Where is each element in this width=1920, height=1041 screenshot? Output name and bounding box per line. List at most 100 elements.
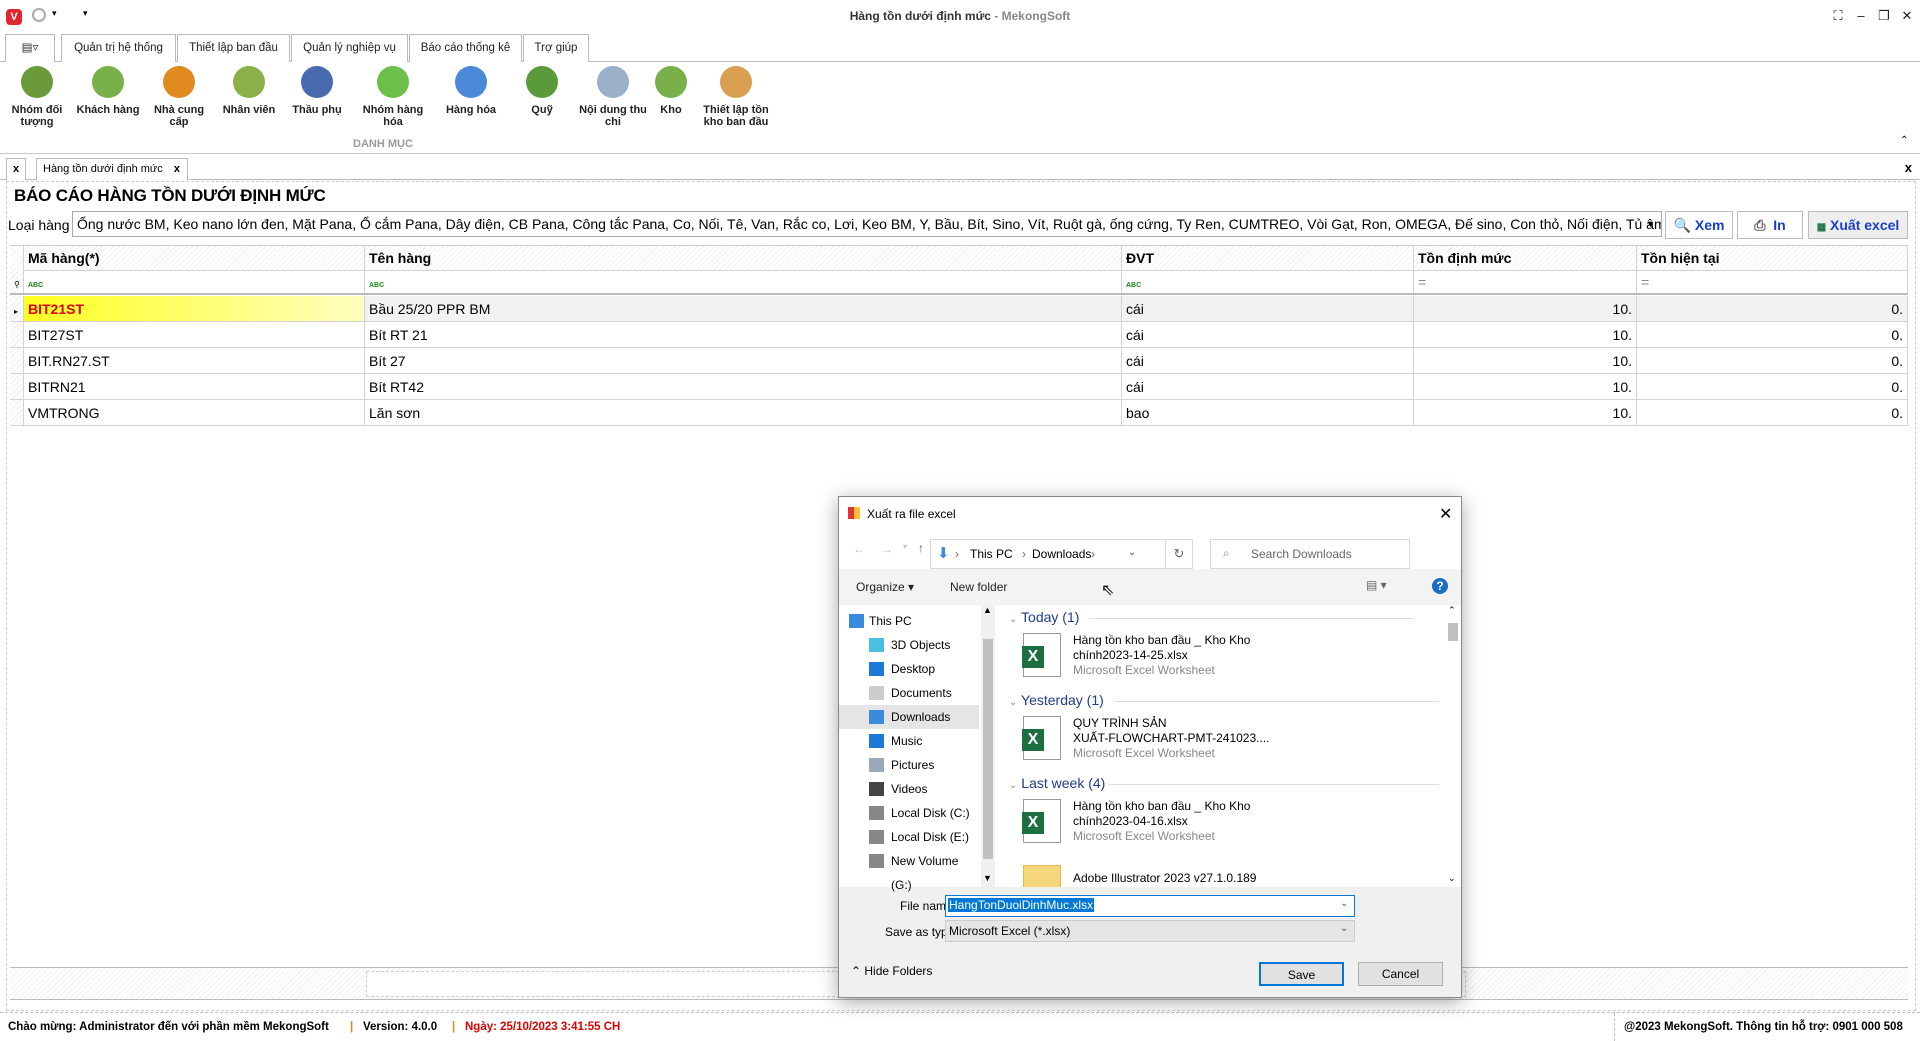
search-downloads-input[interactable]: ⌕ Search Downloads — [1210, 539, 1410, 569]
tab-thiet-lap[interactable]: Thiết lập ban đầu — [177, 34, 290, 63]
nav-item[interactable]: Documents — [839, 681, 979, 705]
file-name-input[interactable]: HangTonDuoiDinhMuc.xlsx ⌄ — [945, 895, 1355, 917]
ribbon-button-3[interactable]: Nhà cung cấp — [143, 66, 215, 128]
table-cell[interactable]: 0. — [1637, 400, 1908, 425]
table-cell[interactable]: 0. — [1637, 322, 1908, 347]
tab-tro-giup[interactable]: Trợ giúp — [523, 34, 589, 62]
filter-cell[interactable]: ABC — [365, 269, 1122, 293]
product-type-select[interactable]: Ống nước BM, Keo nano lớn đen, Mặt Pana,… — [72, 211, 1662, 237]
table-cell[interactable]: cái — [1122, 322, 1414, 347]
view-options-button[interactable]: ▤ ▾ — [1366, 578, 1387, 592]
table-cell[interactable]: BIT27ST — [24, 322, 365, 347]
close-button[interactable]: ✕ — [1897, 8, 1917, 24]
grid-header[interactable]: Mã hàng(*) Tên hàng ĐVT Tồn định mức Tồn hiệ… — [10, 245, 1908, 271]
table-cell[interactable]: 0. — [1637, 374, 1908, 399]
table-row[interactable]: VMTRONG Lăn sơn bao 10. 0. — [10, 400, 1908, 426]
close-panel-icon[interactable]: x — [1905, 160, 1912, 175]
table-row[interactable]: BIT27ST Bít RT 21 cái 10. 0. — [10, 322, 1908, 348]
close-tab-icon[interactable]: x — [174, 163, 180, 175]
ribbon-button-2[interactable]: Khách hàng — [72, 66, 144, 116]
table-cell[interactable]: bao — [1122, 400, 1414, 425]
table-cell[interactable]: Bầu 25/20 PPR BM — [365, 296, 1122, 321]
dialog-close-button[interactable]: ✕ — [1439, 504, 1452, 524]
close-all-tabs-button[interactable]: x — [6, 158, 27, 180]
nav-item[interactable]: 3D Objects — [839, 633, 979, 657]
back-button[interactable]: ← — [853, 542, 865, 556]
nav-item[interactable]: Videos — [839, 777, 979, 801]
help-icon[interactable]: ? — [1432, 578, 1448, 594]
table-cell[interactable]: 10. — [1414, 374, 1637, 399]
table-row[interactable]: ▸ BIT21ST Bầu 25/20 PPR BM cái 10. 0. — [10, 296, 1908, 322]
table-cell[interactable]: cái — [1122, 374, 1414, 399]
table-cell[interactable]: Bít RT42 — [365, 374, 1122, 399]
doc-tab-hang-ton[interactable]: Hàng tồn dưới định mức x — [36, 158, 188, 180]
table-cell[interactable]: VMTRONG — [24, 400, 365, 425]
breadcrumb-this-pc[interactable]: This PC — [970, 547, 1013, 561]
ribbon-button-4[interactable]: Nhân viên — [213, 66, 285, 116]
view-button[interactable]: 🔍 Xem — [1665, 211, 1733, 239]
organize-button[interactable]: Organize ▾ — [856, 580, 914, 594]
address-bar[interactable]: ⬇ › This PC › Downloads › ⌄ — [930, 539, 1166, 569]
recent-dropdown[interactable]: ▾ — [903, 542, 907, 551]
filter-row[interactable]: ⚲ ABC ABC ABC = = — [10, 269, 1908, 295]
files-scrollbar[interactable]: ⌃ ⌄ — [1445, 605, 1461, 887]
collapse-ribbon-icon[interactable]: ⌃ — [1900, 135, 1908, 146]
column-header[interactable]: Tên hàng — [365, 246, 1122, 270]
table-cell[interactable]: 10. — [1414, 322, 1637, 347]
table-cell[interactable]: BIT21ST — [24, 296, 365, 321]
up-button[interactable]: ↑ — [918, 541, 924, 555]
minimize-button[interactable]: – — [1851, 8, 1871, 23]
cancel-button[interactable]: Cancel — [1358, 962, 1443, 986]
column-header[interactable]: ĐVT — [1122, 246, 1414, 270]
breadcrumb-downloads[interactable]: Downloads — [1032, 547, 1091, 561]
table-cell[interactable]: 10. — [1414, 296, 1637, 321]
save-button[interactable]: Save — [1259, 962, 1344, 986]
app-menu-button[interactable]: ▤▿ — [5, 34, 55, 62]
ribbon-button-6[interactable]: Nhóm hàng hóa — [357, 66, 429, 128]
table-cell[interactable]: BITRN21 — [24, 374, 365, 399]
table-cell[interactable]: 0. — [1637, 348, 1908, 373]
file-group-header[interactable]: ⌄ Today (1) — [1009, 609, 1414, 625]
tab-bao-cao[interactable]: Báo cáo thống kê — [409, 34, 522, 62]
address-dropdown-icon[interactable]: ⌄ — [1128, 547, 1136, 558]
screenshot-icon[interactable]: ⛶ — [1828, 8, 1848, 24]
nav-item[interactable]: Desktop — [839, 657, 979, 681]
nav-item[interactable]: Music — [839, 729, 979, 753]
table-row[interactable]: BITRN21 Bít RT42 cái 10. 0. — [10, 374, 1908, 400]
filter-cell[interactable]: ABC — [24, 269, 365, 293]
new-folder-button[interactable]: New folder — [950, 580, 1007, 594]
ribbon-button-11[interactable]: Thiết lập tồn kho ban đầu — [700, 66, 772, 128]
tab-quan-tri[interactable]: Quản trị hệ thống — [61, 34, 176, 62]
table-cell[interactable]: 10. — [1414, 348, 1637, 373]
nav-item[interactable]: This PC — [839, 609, 979, 633]
nav-item[interactable]: Local Disk (E:) — [839, 825, 979, 849]
export-excel-button[interactable]: ▦ Xuất excel — [1808, 211, 1908, 239]
refresh-button[interactable]: ↻ — [1165, 539, 1193, 569]
nav-item[interactable]: Pictures — [839, 753, 979, 777]
hide-folders-button[interactable]: ⌃ Hide Folders — [851, 964, 932, 978]
table-cell[interactable]: Bít RT 21 — [365, 322, 1122, 347]
table-cell[interactable]: 10. — [1414, 400, 1637, 425]
column-header[interactable]: Tồn định mức — [1414, 246, 1637, 270]
table-cell[interactable]: cái — [1122, 348, 1414, 373]
file-item[interactable]: Adobe Illustrator 2023 v27.1.0.189 — [1023, 865, 1423, 887]
file-item[interactable]: X Hàng tồn kho ban đầu _ Kho Kho chính2023… — [1022, 633, 1423, 713]
ribbon-button-8[interactable]: Quỹ — [506, 66, 578, 116]
nav-item[interactable]: Local Disk (C:) — [839, 801, 979, 825]
filter-cell[interactable]: ABC — [1122, 269, 1414, 293]
ribbon-button-10[interactable]: Kho — [635, 66, 707, 116]
nav-scrollbar[interactable]: ▲ ▼ — [981, 605, 995, 887]
ribbon-button-7[interactable]: Hàng hóa — [435, 66, 507, 116]
column-header[interactable]: Tồn hiện tại — [1637, 246, 1908, 270]
filter-cell[interactable]: = — [1637, 269, 1908, 293]
column-header[interactable]: Mã hàng(*) — [24, 246, 365, 270]
nav-item[interactable]: Downloads — [839, 705, 979, 729]
save-type-select[interactable]: Microsoft Excel (*.xlsx) ⌄ — [945, 920, 1355, 942]
print-button[interactable]: ⎙ In — [1737, 211, 1803, 239]
table-cell[interactable]: cái — [1122, 296, 1414, 321]
forward-button[interactable]: → — [881, 542, 893, 556]
ribbon-button-1[interactable]: Nhóm đối tượng — [1, 66, 73, 128]
restore-button[interactable]: ❐ — [1874, 8, 1894, 24]
filter-cell[interactable]: = — [1414, 269, 1637, 293]
table-cell[interactable]: Bít 27 — [365, 348, 1122, 373]
